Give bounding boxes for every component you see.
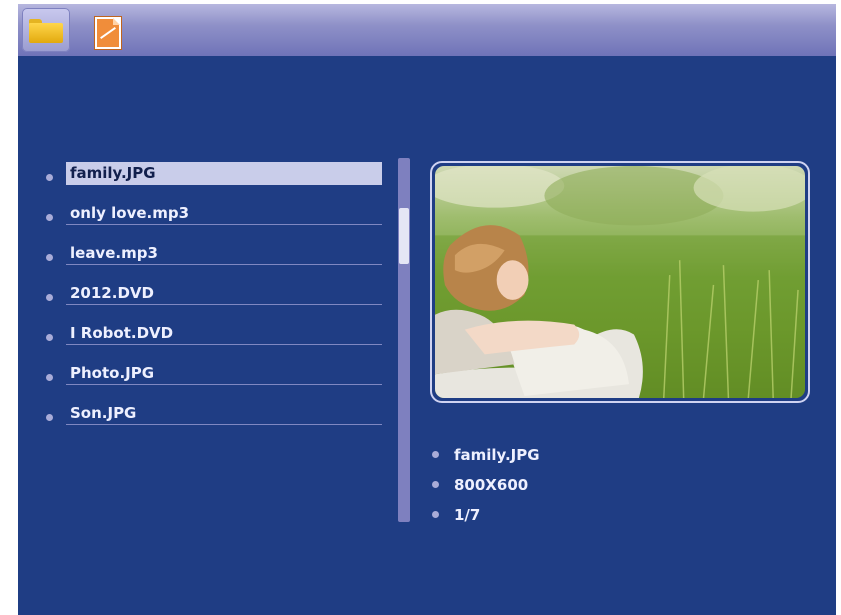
folder-button[interactable] bbox=[22, 8, 70, 52]
file-name: Son.JPG bbox=[66, 402, 382, 425]
bullet-icon bbox=[432, 451, 439, 458]
photo-icon bbox=[95, 17, 121, 49]
file-name: 2012.DVD bbox=[66, 282, 382, 305]
list-item[interactable]: I Robot.DVD bbox=[46, 322, 382, 362]
scrollbar-thumb[interactable] bbox=[399, 208, 409, 264]
info-filename-text: family.JPG bbox=[454, 446, 540, 464]
list-item[interactable]: Son.JPG bbox=[46, 402, 382, 442]
bullet-icon bbox=[46, 414, 53, 421]
list-item[interactable]: only love.mp3 bbox=[46, 202, 382, 242]
bullet-icon bbox=[46, 174, 53, 181]
file-name: leave.mp3 bbox=[66, 242, 382, 265]
file-name: family.JPG bbox=[66, 162, 382, 185]
bullet-icon bbox=[46, 214, 53, 221]
photo-preview bbox=[430, 161, 810, 403]
bullet-icon bbox=[46, 294, 53, 301]
list-item[interactable]: family.JPG bbox=[46, 162, 382, 202]
list-item[interactable]: 2012.DVD bbox=[46, 282, 382, 322]
bullet-icon bbox=[46, 254, 53, 261]
bullet-icon bbox=[46, 334, 53, 341]
folder-icon bbox=[29, 19, 63, 43]
scrollbar[interactable] bbox=[398, 158, 410, 522]
list-item[interactable]: leave.mp3 bbox=[46, 242, 382, 282]
file-list: family.JPG only love.mp3 leave.mp3 2012.… bbox=[46, 162, 382, 442]
file-name: I Robot.DVD bbox=[66, 322, 382, 345]
bullet-icon bbox=[432, 481, 439, 488]
file-name: Photo.JPG bbox=[66, 362, 382, 385]
media-browser-screen: family.JPG only love.mp3 leave.mp3 2012.… bbox=[18, 4, 836, 615]
bullet-icon bbox=[432, 511, 439, 518]
info-resolution-text: 800X600 bbox=[454, 476, 529, 494]
top-toolbar bbox=[18, 4, 836, 56]
photo-button[interactable] bbox=[86, 8, 126, 52]
info-position-text: 1/7 bbox=[454, 506, 481, 524]
file-name: only love.mp3 bbox=[66, 202, 382, 225]
list-item[interactable]: Photo.JPG bbox=[46, 362, 382, 402]
bullet-icon bbox=[46, 374, 53, 381]
preview-image bbox=[435, 166, 805, 398]
